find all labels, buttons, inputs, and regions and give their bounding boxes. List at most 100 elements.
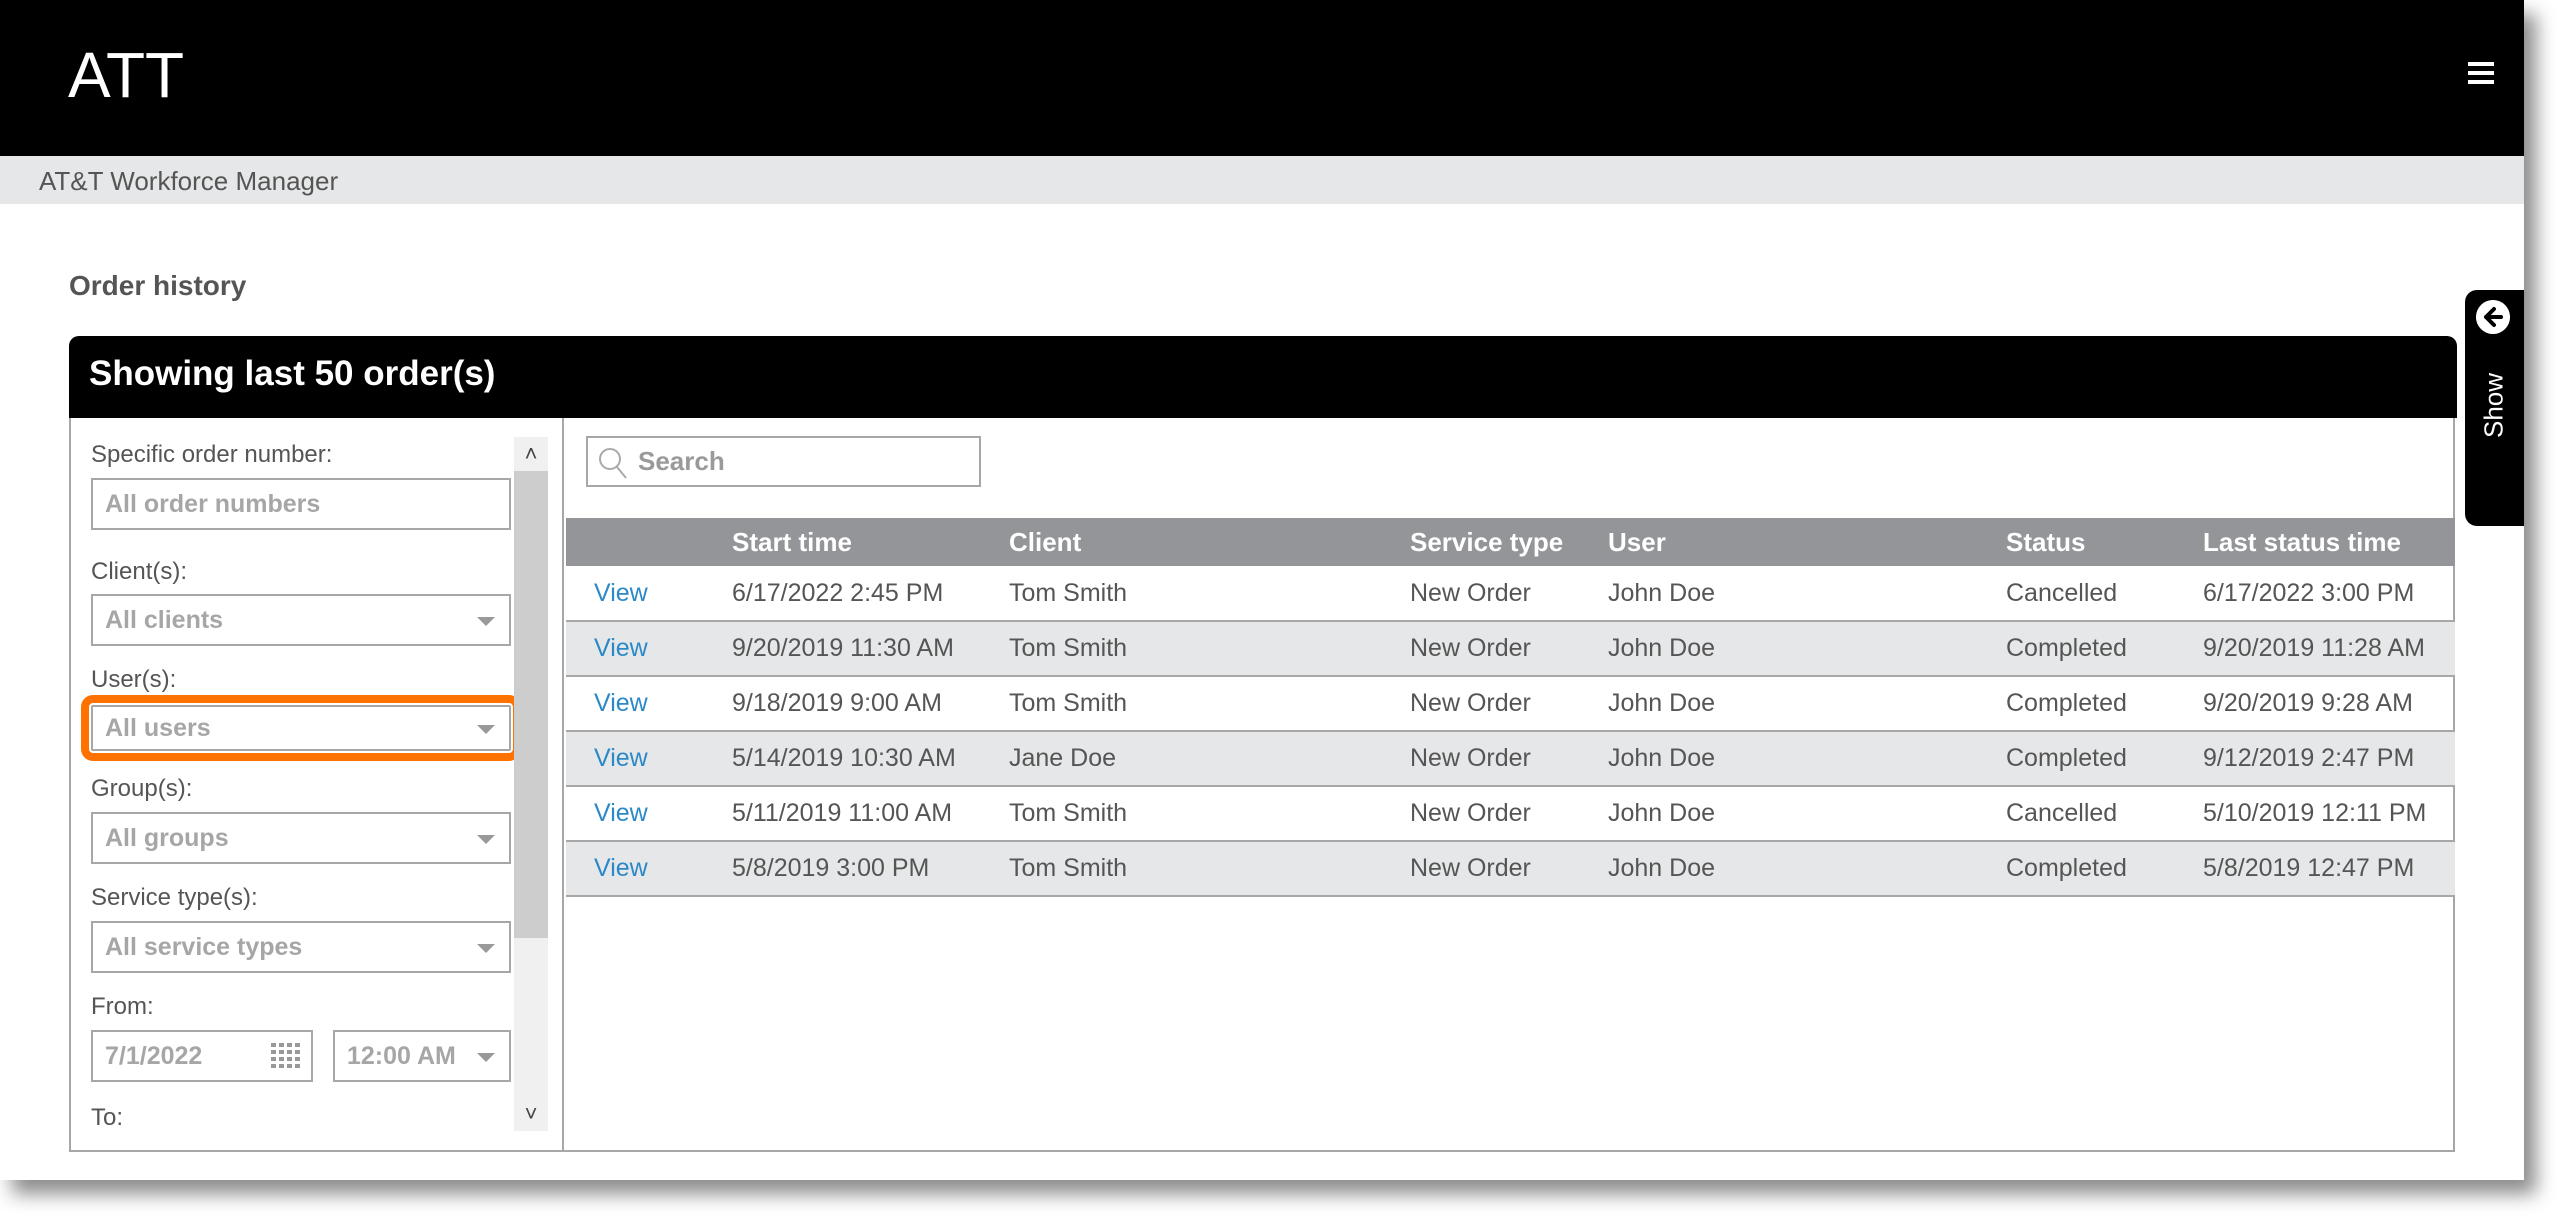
cell-status: Cancelled [2006,799,2118,827]
cell-start-time: 5/8/2019 3:00 PM [732,854,930,882]
service-types-dropdown[interactable]: All service types [91,921,511,973]
cell-last-status-time: 9/12/2019 2:47 PM [2203,744,2415,772]
service-types-label: Service type(s): [91,884,258,911]
cell-user: John Doe [1608,799,1716,827]
app-subheader: AT&T Workforce Manager [0,156,2524,204]
cell-client: Tom Smith [1009,634,1128,662]
cell-status: Completed [2006,689,2127,717]
cell-start-time: 6/17/2022 2:45 PM [732,578,944,607]
order-number-placeholder: All order numbers [105,490,321,518]
cell-user: John Doe [1608,854,1716,882]
to-label: To: [91,1104,124,1131]
order-number-label: Specific order number: [91,441,333,468]
show-label: Show [2478,372,2509,439]
groups-label: Group(s): [91,775,193,802]
cell-status: Completed [2006,854,2127,882]
arrow-left-circle-icon [2476,300,2510,334]
view-link[interactable]: View [594,689,648,717]
scroll-up-icon[interactable]: ˄ [514,437,548,471]
clients-label: Client(s): [91,558,188,585]
from-label: From: [91,993,154,1020]
search-icon [599,448,627,479]
table-row: View 9/18/2019 9:00 AM Tom Smith New Ord… [566,676,2455,731]
users-value: All users [105,714,211,742]
cell-user: John Doe [1608,689,1716,717]
scrollbar-thumb[interactable] [514,471,548,938]
cell-start-time: 5/11/2019 11:00 AM [732,799,953,827]
cell-client: Tom Smith [1009,689,1128,717]
cell-last-status-time: 5/8/2019 12:47 PM [2203,854,2415,882]
brand-logo: ATT [68,39,185,111]
table-row: View 5/11/2019 11:00 AM Tom Smith New Or… [566,786,2455,841]
app-name: AT&T Workforce Manager [39,166,339,196]
column-header-status[interactable]: Status [2006,518,2203,566]
service-types-value: All service types [105,933,303,961]
cell-last-status-time: 5/10/2019 12:11 PM [2203,799,2427,827]
table-row: View 5/14/2019 10:30 AM Jane Doe New Ord… [566,731,2455,786]
calendar-icon[interactable] [271,1043,301,1069]
chevron-down-icon [477,617,495,626]
cell-start-time: 5/14/2019 10:30 AM [732,744,956,772]
cell-service-type: New Order [1410,634,1531,662]
column-header-start-time[interactable]: Start time [732,518,1009,566]
panel-title: Showing last 50 order(s) [89,354,496,393]
clients-value: All clients [105,606,224,634]
top-bar: ATT [0,0,2524,156]
groups-dropdown[interactable]: All groups [91,812,511,864]
column-header-last-status-time[interactable]: Last status time [2203,518,2455,566]
cell-service-type: New Order [1410,854,1531,882]
view-link[interactable]: View [594,799,648,827]
view-link[interactable]: View [594,744,648,772]
users-dropdown[interactable]: All users [81,695,521,761]
orders-panel: Showing last 50 order(s) Specific order … [69,336,2457,1152]
filters-scrollbar[interactable]: ˄ ˅ [514,437,548,1131]
search-input[interactable] [638,438,968,485]
hamburger-menu-icon[interactable] [2468,62,2494,84]
column-header-client[interactable]: Client [1009,518,1410,566]
cell-last-status-time: 9/20/2019 9:28 AM [2203,689,2413,717]
panel-header: Showing last 50 order(s) [69,336,2457,418]
from-time-dropdown[interactable]: 12:00 AM [333,1030,511,1082]
filters-sidebar: Specific order number: All order numbers… [71,418,564,1150]
cell-service-type: New Order [1410,744,1531,772]
column-header-service-type[interactable]: Service type [1410,518,1608,566]
chevron-down-icon [477,944,495,953]
cell-service-type: New Order [1410,578,1531,607]
table-header-row: Start time Client Service type User Stat… [566,518,2455,566]
clients-dropdown[interactable]: All clients [91,594,511,646]
groups-value: All groups [105,824,229,852]
cell-client: Tom Smith [1009,854,1128,882]
cell-start-time: 9/18/2019 9:00 AM [732,689,942,717]
from-time-value: 12:00 AM [347,1042,456,1070]
column-header-user[interactable]: User [1608,518,2006,566]
cell-client: Jane Doe [1009,744,1117,772]
show-panel-tab[interactable]: Show [2465,290,2524,526]
chevron-down-icon [477,725,495,734]
cell-user: John Doe [1608,634,1716,662]
scroll-down-icon[interactable]: ˅ [514,1097,548,1131]
cell-status: Cancelled [2006,578,2118,607]
cell-user: John Doe [1608,744,1716,772]
chevron-down-icon [477,1053,495,1062]
results-area: Start time Client Service type User Stat… [566,418,2455,1150]
cell-service-type: New Order [1410,689,1531,717]
cell-last-status-time: 6/17/2022 3:00 PM [2203,578,2415,607]
cell-status: Completed [2006,744,2127,772]
cell-start-time: 9/20/2019 11:30 AM [732,634,954,662]
view-link[interactable]: View [594,854,648,882]
cell-last-status-time: 9/20/2019 11:28 AM [2203,634,2425,662]
view-link[interactable]: View [594,634,648,662]
cell-client: Tom Smith [1009,799,1128,827]
search-box[interactable] [586,436,981,487]
view-link[interactable]: View [594,579,648,607]
table-row: View 5/8/2019 3:00 PM Tom Smith New Orde… [566,841,2455,896]
table-row: View 9/20/2019 11:30 AM Tom Smith New Or… [566,621,2455,676]
table-row: View 6/17/2022 2:45 PM Tom Smith New Ord… [566,566,2455,621]
orders-table: Start time Client Service type User Stat… [566,518,2455,897]
page-title: Order history [69,270,247,301]
app-window: ATT AT&T Workforce Manager Order history… [0,0,2524,1180]
cell-client: Tom Smith [1009,578,1128,607]
from-date-value: 7/1/2022 [105,1042,203,1070]
order-number-input[interactable]: All order numbers [91,478,511,530]
from-date-input[interactable]: 7/1/2022 [91,1030,313,1082]
